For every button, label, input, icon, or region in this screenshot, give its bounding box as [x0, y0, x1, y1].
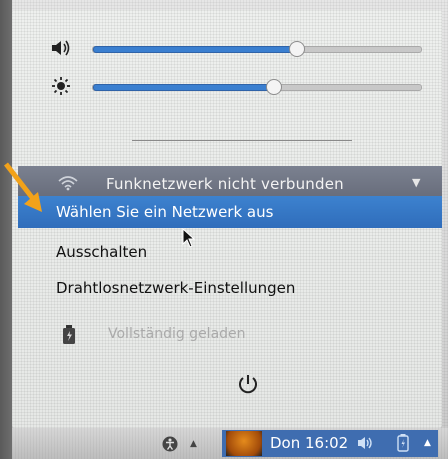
volume-icon[interactable] — [357, 435, 375, 451]
volume-slider[interactable] — [92, 41, 422, 57]
battery-icon[interactable] — [397, 434, 409, 452]
menu-item-label: Wählen Sie ein Netzwerk aus — [56, 203, 274, 221]
battery-charged-icon — [63, 325, 75, 344]
panel-clock[interactable]: Don 16:02 — [270, 434, 348, 452]
brightness-slider-row — [50, 76, 422, 96]
volume-slider-knob[interactable] — [289, 41, 305, 57]
menu-item-turn-off[interactable]: Ausschalten — [18, 236, 442, 268]
avatar[interactable] — [226, 431, 262, 456]
menu-item-label: Drahtlosnetzwerk-Einstellungen — [56, 279, 296, 297]
chevron-up-icon[interactable]: ▲ — [190, 439, 197, 449]
wifi-icon — [58, 176, 78, 191]
power-icon[interactable] — [236, 372, 260, 396]
accessibility-icon[interactable] — [162, 436, 178, 452]
brightness-slider-knob[interactable] — [266, 79, 282, 95]
menu-separator — [132, 140, 352, 141]
chevron-up-icon[interactable]: ▲ — [424, 438, 431, 448]
mouse-cursor-icon — [182, 228, 196, 248]
wifi-status-label: Funknetzwerk nicht verbunden — [106, 175, 344, 193]
volume-slider-row — [50, 38, 422, 58]
annotation-arrow-icon — [4, 162, 42, 212]
brightness-slider[interactable] — [92, 79, 422, 95]
volume-icon — [52, 40, 70, 56]
menu-item-label: Ausschalten — [56, 243, 148, 261]
brightness-slider-fill — [93, 84, 275, 91]
chevron-down-icon: ▼ — [412, 176, 421, 189]
brightness-icon — [52, 77, 70, 95]
menu-item-wireless-settings[interactable]: Drahtlosnetzwerk-Einstellungen — [18, 272, 442, 304]
system-status-menu: Funknetzwerk nicht verbunden ▼ Wählen Si… — [12, 10, 442, 428]
top-panel: ▲ Don 16:02 ▲ — [12, 428, 448, 459]
menu-item-select-network[interactable]: Wählen Sie ein Netzwerk aus — [18, 196, 442, 228]
battery-status-label: Vollständig geladen — [108, 326, 246, 342]
volume-slider-fill — [93, 46, 298, 53]
